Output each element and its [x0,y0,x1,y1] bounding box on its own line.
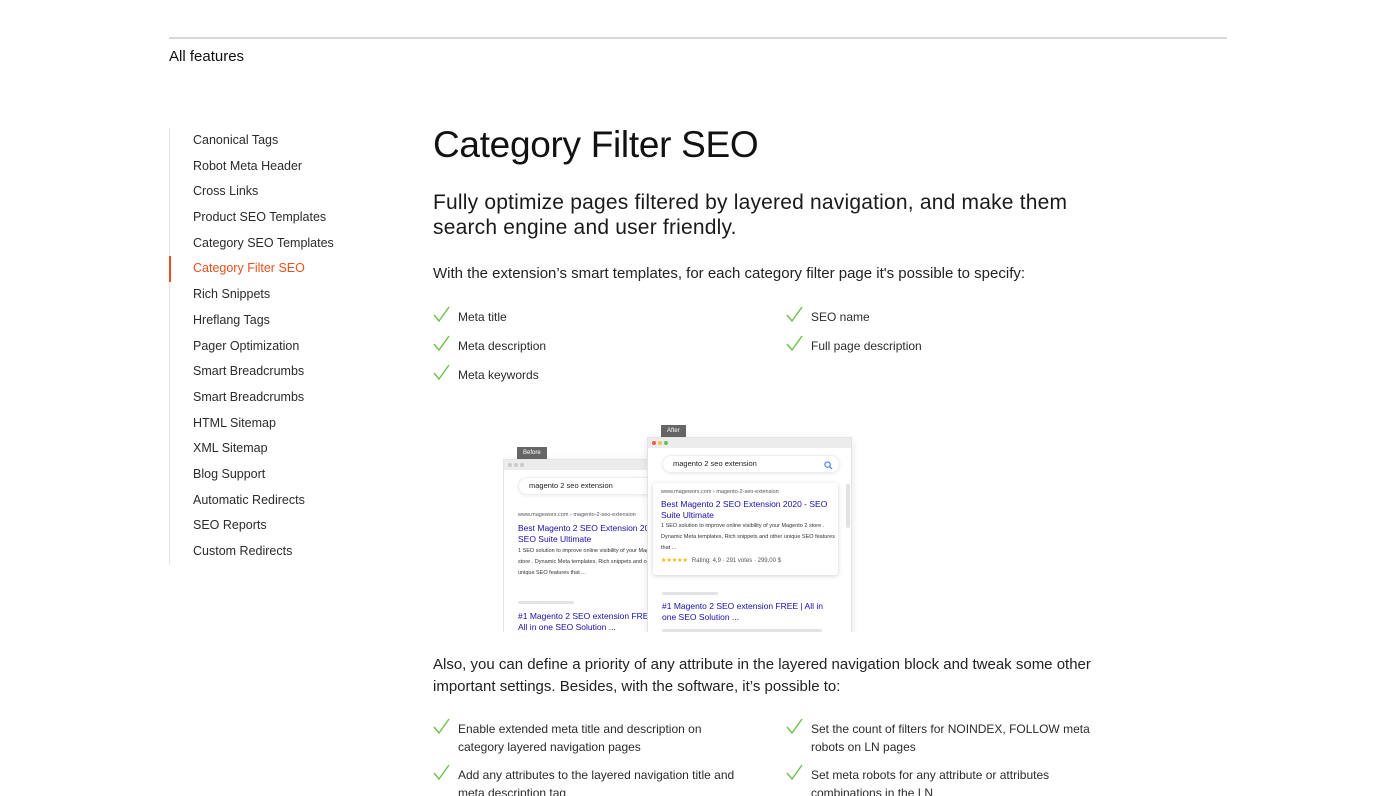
placeholder-line [662,592,718,595]
sidebar-item-xml-sitemap[interactable]: XML Sitemap [170,436,369,462]
result-description: 1 SEO solution to improve online visibil… [661,523,835,551]
result-title-2: #1 Magento 2 SEO extension FREE | All in… [518,611,659,632]
result-url: www.mageworx.com › magento-2-seo-extensi… [661,489,779,495]
capability-label: Enable extended meta title and descripti… [458,722,702,754]
feature-label: Meta title [458,310,507,324]
sidebar-item-rich-snippets[interactable]: Rich Snippets [170,282,369,308]
sidebar-item-seo-reports[interactable]: SEO Reports [170,513,369,539]
search-icon [824,460,833,476]
window-dot [514,463,518,467]
result-url: www.mageworx.com › magento-2-seo-extensi… [518,512,636,518]
search-box: magento 2 seo extension [518,477,668,495]
page-subtitle: Fully optimize pages filtered by layered… [433,191,1068,239]
result-title: Best Magento 2 SEO Extension 2020 - SEO … [518,523,665,544]
feature-label: SEO name [811,310,870,324]
outro-text: Also, you can define a priority of any a… [433,656,1091,695]
list-item: Meta keywords [433,364,539,384]
window-dot [652,441,656,445]
check-icon [786,306,803,323]
capability-label: Set the count of filters for NOINDEX, FO… [811,722,1090,754]
window-dot [520,463,524,467]
check-icon [433,764,450,781]
sidebar-item-smart-breadcrumbs[interactable]: Smart Breadcrumbs [170,359,369,385]
page-title: Category Filter SEO [433,124,759,165]
check-icon [433,306,450,323]
all-features-link[interactable]: All features [169,48,244,65]
rating-stars: ★★★★★ Rating: 4,9 · 291 votes · 299,00 $ [661,557,781,564]
scrollbar [846,484,850,528]
check-icon [786,718,803,735]
window-dot [664,441,668,445]
rich-result-card: www.mageworx.com › magento-2-seo-extensi… [653,483,838,575]
search-query: magento 2 seo extension [673,459,757,468]
placeholder-line [662,629,822,632]
window-titlebar [648,438,851,448]
sidebar-item-product-seo-templates[interactable]: Product SEO Templates [170,205,369,231]
sidebar-item-custom-redirects[interactable]: Custom Redirects [170,539,369,565]
list-item: SEO name [786,306,870,326]
result-title: Best Magento 2 SEO Extension 2020 - SEO … [661,499,828,520]
check-icon [433,364,450,381]
check-icon [433,335,450,352]
star-icons: ★★★★★ [661,558,688,564]
rating-text: Rating: 4,9 · 291 votes · 299,00 $ [691,558,781,564]
list-item: Full page description [786,335,922,355]
check-icon [433,718,450,735]
after-browser-window: magento 2 seo extension www.mageworx.com… [647,437,852,632]
result-description: 1 SEO solution to improve online visibil… [518,548,665,576]
feature-label: Meta keywords [458,368,539,382]
sidebar-item-cross-links[interactable]: Cross Links [170,179,369,205]
sidebar-item-smart-breadcrumbs-2[interactable]: Smart Breadcrumbs [170,385,369,411]
search-box: magento 2 seo extension [662,455,840,473]
sidebar-item-canonical-tags[interactable]: Canonical Tags [170,128,369,154]
list-item: Set the count of filters for NOINDEX, FO… [786,718,1106,756]
sidebar-item-html-sitemap[interactable]: HTML Sitemap [170,411,369,437]
before-browser-window: magento 2 seo extension www.mageworx.com… [503,459,668,632]
check-icon [786,335,803,352]
check-icon [786,764,803,781]
top-divider [169,37,1227,39]
capability-label: Add any attributes to the layered naviga… [458,768,735,796]
list-item: Enable extended meta title and descripti… [433,718,743,756]
before-tag: Before [517,447,547,459]
capability-label: Set meta robots for any attribute or att… [811,768,1050,796]
feature-label: Meta description [458,339,547,353]
sidebar-item-robot-meta-header[interactable]: Robot Meta Header [170,154,369,180]
intro-text: With the extension’s smart templates, fo… [433,265,1026,282]
before-after-illustration: Before magento 2 seo extension www.magew… [503,420,863,632]
window-titlebar [504,460,662,470]
result-title-2: #1 Magento 2 SEO extension FREE | All in… [662,601,823,622]
list-item: Set meta robots for any attribute or att… [786,764,1066,796]
placeholder-line [518,601,574,604]
sidebar-item-category-filter-seo[interactable]: Category Filter SEO [169,256,369,282]
list-item: Add any attributes to the layered naviga… [433,764,763,796]
sidebar-item-category-seo-templates[interactable]: Category SEO Templates [170,231,369,257]
sidebar-item-hreflang-tags[interactable]: Hreflang Tags [170,308,369,334]
list-item: Meta description [433,335,547,355]
after-tag: After [661,425,686,437]
sidebar-item-automatic-redirects[interactable]: Automatic Redirects [170,488,369,514]
sidebar-item-blog-support[interactable]: Blog Support [170,462,369,488]
window-dot [658,441,662,445]
window-dot [508,463,512,467]
sidebar-item-pager-optimization[interactable]: Pager Optimization [170,334,369,360]
list-item: Meta title [433,306,507,326]
feature-label: Full page description [811,339,922,353]
feature-sidebar: Canonical Tags Robot Meta Header Cross L… [169,128,369,565]
